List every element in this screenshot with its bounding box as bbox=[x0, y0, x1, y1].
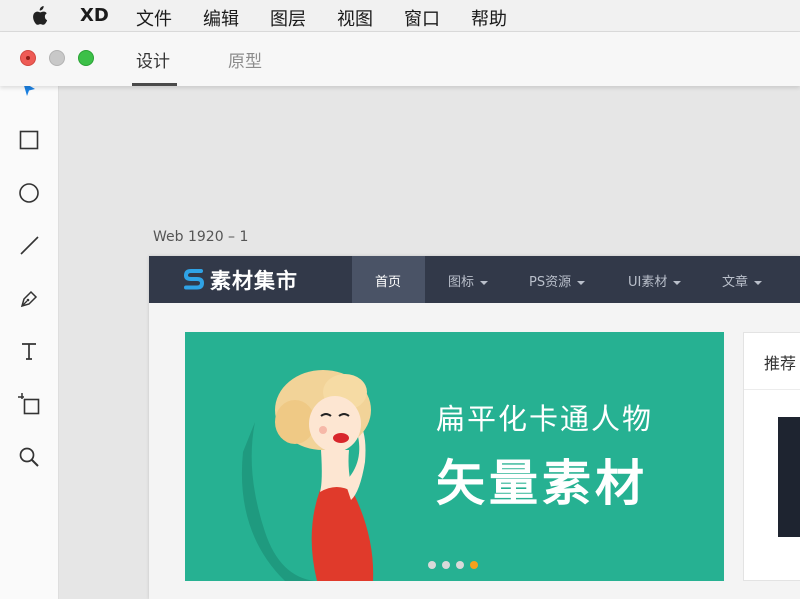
nav-item-articles[interactable]: 文章 bbox=[722, 271, 763, 290]
nav-item-ui-materials-label: UI素材 bbox=[628, 275, 668, 290]
caret-down-icon bbox=[673, 280, 682, 285]
artboard-label[interactable]: Web 1920 – 1 bbox=[153, 229, 248, 245]
carousel-dot-2[interactable] bbox=[442, 561, 450, 569]
active-tab-indicator bbox=[132, 83, 177, 86]
window-titlebar bbox=[0, 32, 800, 86]
artboard-icon bbox=[18, 393, 40, 415]
rectangle-icon bbox=[19, 130, 39, 150]
carousel-dot-1[interactable] bbox=[428, 561, 436, 569]
website-logo-text[interactable]: 素材集市 bbox=[210, 265, 298, 295]
hero-banner[interactable]: 扁平化卡通人物 矢量素材 bbox=[185, 332, 724, 581]
menu-file[interactable]: 文件 bbox=[136, 5, 172, 31]
divider bbox=[744, 389, 800, 390]
artboard[interactable]: 素材集市 首页 图标 PS资源 UI素材 文章 扁平化卡通人物 矢量素材 推荐 bbox=[149, 256, 800, 599]
close-window-button[interactable] bbox=[20, 50, 36, 66]
pen-icon bbox=[20, 290, 38, 308]
nav-item-home[interactable]: 首页 bbox=[375, 271, 401, 290]
text-icon bbox=[22, 343, 36, 360]
caret-down-icon bbox=[480, 280, 489, 285]
zoom-icon bbox=[19, 447, 39, 467]
recommend-thumbnail[interactable] bbox=[778, 417, 800, 537]
website-nav-bar: 素材集市 首页 图标 PS资源 UI素材 文章 bbox=[149, 256, 800, 303]
artboard-tool[interactable] bbox=[17, 392, 41, 416]
nav-item-articles-label: 文章 bbox=[722, 275, 749, 290]
line-icon bbox=[20, 236, 39, 255]
pen-tool[interactable] bbox=[17, 286, 41, 310]
nav-item-icons[interactable]: 图标 bbox=[448, 271, 489, 290]
recommend-title: 推荐 bbox=[764, 354, 797, 373]
logo-s-icon bbox=[183, 269, 205, 290]
tool-panel bbox=[0, 82, 59, 599]
cartoon-woman-illustration bbox=[241, 370, 374, 581]
ellipse-tool[interactable] bbox=[17, 181, 41, 205]
rectangle-tool[interactable] bbox=[17, 128, 41, 152]
caret-down-icon bbox=[754, 280, 763, 285]
zoom-tool[interactable] bbox=[17, 445, 41, 469]
nav-item-ui-materials[interactable]: UI素材 bbox=[628, 271, 682, 290]
apple-menu-icon[interactable] bbox=[30, 6, 48, 26]
tab-design[interactable]: 设计 bbox=[136, 47, 170, 72]
menu-layer[interactable]: 图层 bbox=[270, 5, 306, 31]
ellipse-icon bbox=[19, 183, 39, 203]
menu-edit[interactable]: 编辑 bbox=[203, 5, 239, 31]
carousel-dot-3[interactable] bbox=[456, 561, 464, 569]
nav-item-ps-resources[interactable]: PS资源 bbox=[529, 271, 586, 290]
nav-item-ps-resources-label: PS资源 bbox=[529, 275, 572, 290]
menu-view[interactable]: 视图 bbox=[337, 5, 373, 31]
caret-down-icon bbox=[577, 280, 586, 285]
menu-help[interactable]: 帮助 bbox=[471, 5, 507, 31]
menu-app-name[interactable]: XD bbox=[80, 5, 109, 26]
zoom-window-button[interactable] bbox=[78, 50, 94, 66]
tab-prototype[interactable]: 原型 bbox=[228, 47, 262, 72]
menubar: XD 文件 编辑 图层 视图 窗口 帮助 bbox=[0, 0, 800, 32]
banner-subtitle: 扁平化卡通人物 bbox=[436, 402, 654, 436]
menu-window[interactable]: 窗口 bbox=[404, 5, 440, 31]
banner-title: 矢量素材 bbox=[436, 455, 649, 512]
carousel-dot-4[interactable] bbox=[470, 561, 478, 569]
minimize-window-button[interactable] bbox=[49, 50, 65, 66]
line-tool[interactable] bbox=[17, 233, 41, 257]
nav-item-icons-label: 图标 bbox=[448, 275, 475, 290]
text-tool[interactable] bbox=[17, 339, 41, 363]
recommend-panel: 推荐 bbox=[743, 332, 800, 581]
